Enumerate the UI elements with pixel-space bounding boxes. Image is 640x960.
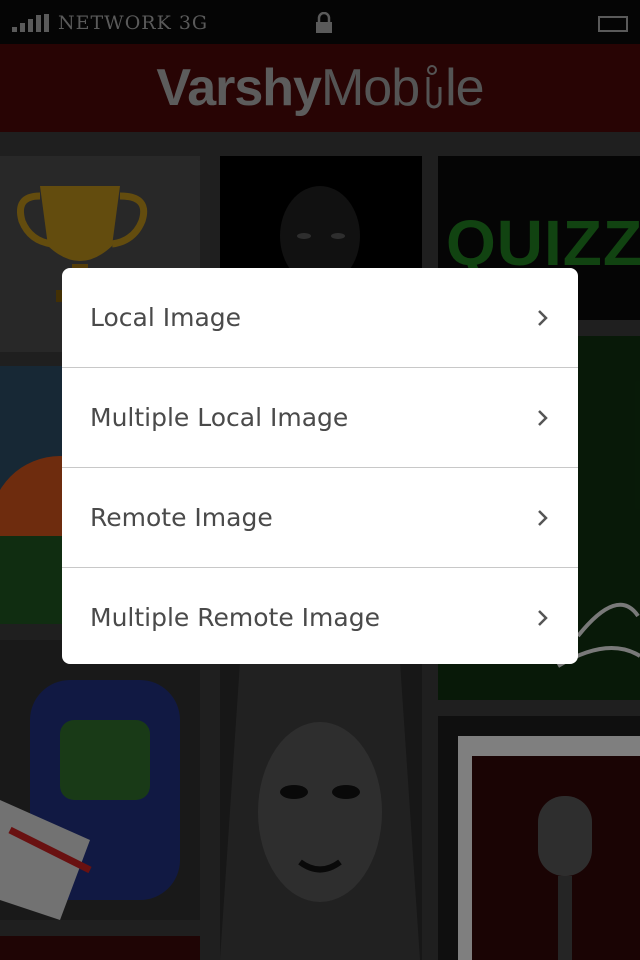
chevron-right-icon <box>538 410 548 426</box>
menu-item-label: Multiple Remote Image <box>90 603 380 632</box>
status-bar: NETWORK 3G <box>0 0 640 44</box>
battery-icon <box>598 16 628 32</box>
menu-item-multiple-remote-image[interactable]: Multiple Remote Image <box>62 568 578 664</box>
menu-item-label: Local Image <box>90 303 242 332</box>
chevron-right-icon <box>538 610 548 626</box>
carrier-label: NETWORK 3G <box>58 12 209 34</box>
menu-item-local-image[interactable]: Local Image <box>62 268 578 368</box>
signal-bars-icon <box>12 14 52 32</box>
lock-icon <box>316 12 332 33</box>
menu-item-label: Remote Image <box>90 503 273 532</box>
menu-item-label: Multiple Local Image <box>90 403 349 432</box>
menu-item-multiple-local-image[interactable]: Multiple Local Image <box>62 368 578 468</box>
chevron-right-icon <box>538 310 548 326</box>
menu-item-remote-image[interactable]: Remote Image <box>62 468 578 568</box>
image-source-menu: Local Image Multiple Local Image Remote … <box>62 268 578 664</box>
chevron-right-icon <box>538 510 548 526</box>
